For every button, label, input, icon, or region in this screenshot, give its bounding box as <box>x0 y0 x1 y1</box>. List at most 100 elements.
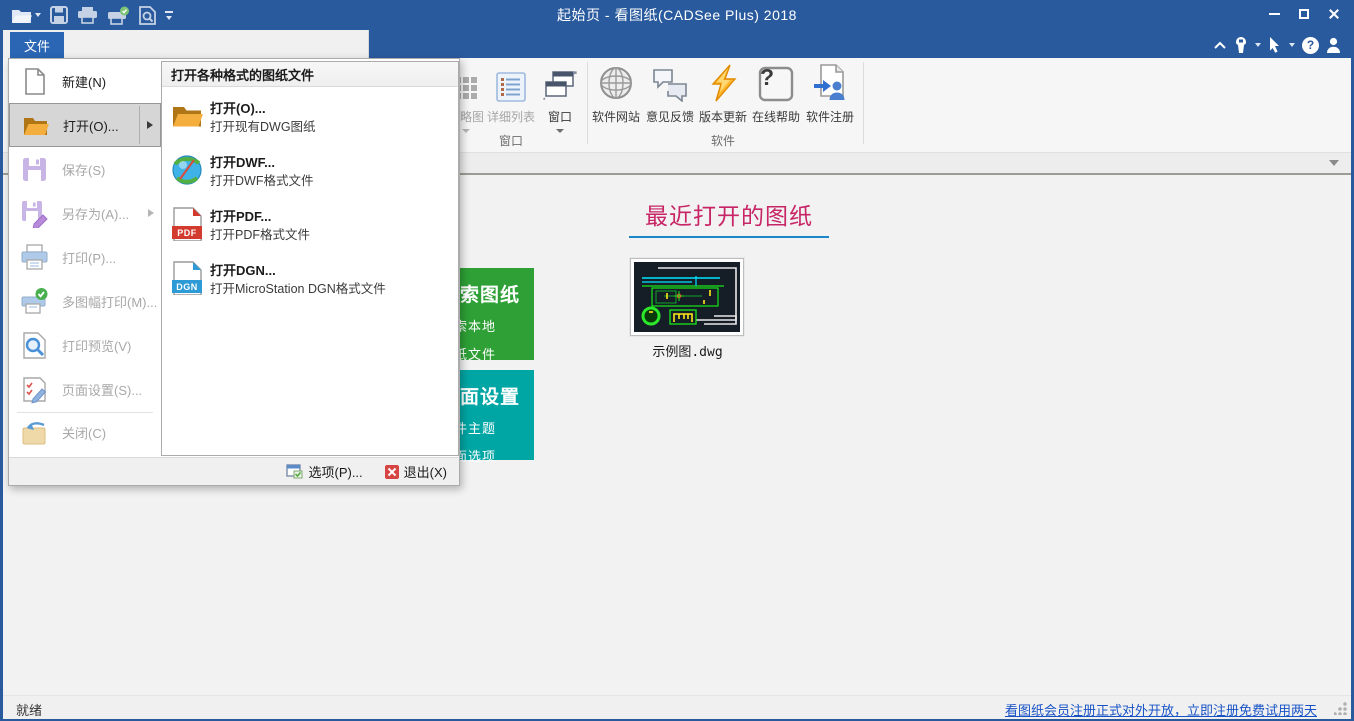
menu-item-save[interactable]: 保存(S) <box>9 147 161 191</box>
submenu-header: 打开各种格式的图纸文件 <box>162 62 458 87</box>
close-drawing-icon <box>20 418 49 447</box>
submenu-item-open-pdf[interactable]: PDF 打开PDF... 打开PDF格式文件 <box>166 200 454 250</box>
minimize-icon <box>1269 13 1280 15</box>
quick-access-toolbar <box>11 3 173 27</box>
save-icon <box>20 155 49 184</box>
ribbon-group-software: 软件 <box>693 132 753 149</box>
ribbon-group-window: 窗口 <box>473 132 549 149</box>
pdf-file-icon: PDF <box>170 207 204 241</box>
title-underline <box>629 236 829 238</box>
feedback-bubbles-icon <box>651 66 689 102</box>
maximize-icon <box>1299 9 1309 19</box>
bar-icon <box>165 11 173 13</box>
file-menu-footer: 选项(P)... 退出(X) <box>9 457 459 485</box>
cursor-mode-icon[interactable] <box>1268 36 1282 54</box>
group-separator <box>863 62 864 144</box>
recent-drawings-title: 最近打开的图纸 <box>579 197 879 231</box>
dgn-file-icon: DGN <box>170 261 204 295</box>
printer-icon <box>77 6 98 24</box>
print-preview-icon <box>20 331 49 360</box>
open-folder-icon <box>11 7 32 24</box>
menu-item-open[interactable]: 打开(O)... <box>9 103 161 147</box>
recent-file-card[interactable] <box>630 258 744 336</box>
user-account-icon[interactable] <box>1326 37 1341 54</box>
open-formats-submenu: 打开各种格式的图纸文件 打开(O)... 打开现有DWG图纸 打开DWF... <box>161 61 459 456</box>
printer-check-icon <box>107 6 130 25</box>
qat-customize-button[interactable] <box>165 11 173 20</box>
ribbon-button-help[interactable]: ? 在线帮助 <box>749 62 803 148</box>
options-button[interactable]: 选项(P)... <box>286 462 362 481</box>
save-as-icon <box>20 199 49 228</box>
ribbon-button-register[interactable]: 软件注册 <box>803 62 857 148</box>
qat-print-preview-button[interactable] <box>139 6 156 25</box>
submenu-separator <box>139 106 140 144</box>
cascade-windows-icon <box>543 70 577 102</box>
multi-print-icon <box>20 287 49 316</box>
exit-x-icon <box>385 465 399 479</box>
file-menu-left-column: 新建(N) 打开(O)... 保存(S) <box>9 59 161 457</box>
dgn-badge: DGN <box>172 280 202 293</box>
submenu-arrow-icon <box>147 121 153 129</box>
menu-item-page-setup[interactable]: 页面设置(S)... <box>9 367 161 411</box>
dwf-globe-icon <box>170 153 204 187</box>
chevron-down-icon[interactable] <box>1289 43 1295 47</box>
qat-open-button[interactable] <box>11 7 41 24</box>
qat-save-button[interactable] <box>50 6 68 24</box>
menu-item-save-as[interactable]: 另存为(A)... <box>9 191 161 235</box>
chevron-down-icon <box>35 13 41 17</box>
app-window: 起始页 - 看图纸(CADSee Plus) 2018 文件 ? <box>0 0 1354 721</box>
menu-item-multi-print[interactable]: 多图幅打印(M)... <box>9 279 161 323</box>
submenu-arrow-icon <box>148 209 154 217</box>
ribbon-button-website[interactable]: 软件网站 <box>589 62 643 148</box>
tab-file[interactable]: 文件 <box>10 32 64 58</box>
submenu-item-open-dgn[interactable]: DGN 打开DGN... 打开MicroStation DGN格式文件 <box>166 254 454 304</box>
recent-file-name[interactable]: 示例图.dwg <box>600 341 775 360</box>
group-separator <box>587 62 588 144</box>
lightning-update-icon <box>708 64 738 102</box>
globe-icon <box>597 64 635 102</box>
resize-grip-icon[interactable] <box>1334 702 1347 715</box>
register-promo-link[interactable]: 看图纸会员注册正式对外开放，立即注册免费试用两天 <box>1005 700 1317 719</box>
register-user-icon <box>812 64 848 102</box>
pdf-badge: PDF <box>172 226 202 239</box>
menu-item-close[interactable]: 关闭(C) <box>9 414 161 450</box>
menu-separator <box>17 412 153 413</box>
new-file-icon <box>20 67 49 96</box>
minimize-button[interactable] <box>1259 0 1289 28</box>
submenu-item-open-dwg[interactable]: 打开(O)... 打开现有DWG图纸 <box>166 92 454 142</box>
titlebar: 起始页 - 看图纸(CADSee Plus) 2018 <box>3 0 1351 30</box>
window-controls <box>1259 0 1349 30</box>
exit-button[interactable]: 退出(X) <box>385 462 447 481</box>
menu-item-new[interactable]: 新建(N) <box>9 59 161 103</box>
chevron-down-icon <box>166 16 172 20</box>
page-setup-icon <box>20 375 49 404</box>
dwg-thumbnail-preview <box>634 262 740 332</box>
options-window-icon <box>286 464 303 479</box>
ribbon-button-feedback[interactable]: 意见反馈 <box>643 62 697 148</box>
menu-item-print-preview[interactable]: 打印预览(V) <box>9 323 161 367</box>
window-title: 起始页 - 看图纸(CADSee Plus) 2018 <box>3 0 1351 30</box>
print-icon <box>20 243 49 272</box>
chevron-down-icon[interactable] <box>1255 43 1261 47</box>
collapse-ribbon-icon[interactable] <box>1213 40 1227 50</box>
qat-print-button[interactable] <box>77 6 98 24</box>
submenu-item-open-dwf[interactable]: 打开DWF... 打开DWF格式文件 <box>166 146 454 196</box>
print-preview-icon <box>139 6 156 25</box>
open-folder-icon <box>170 99 204 133</box>
question-mark-glyph: ? <box>749 64 785 91</box>
status-bar: 就绪 看图纸会员注册正式对外开放，立即注册免费试用两天 <box>3 695 1351 719</box>
detail-list-icon <box>496 72 526 102</box>
help-icon[interactable]: ? <box>1302 37 1319 54</box>
save-icon <box>50 6 68 24</box>
chevron-down-icon <box>462 129 470 133</box>
qat-multi-print-button[interactable] <box>107 6 130 25</box>
tab-list-dropdown-icon[interactable] <box>1329 160 1339 166</box>
close-button[interactable] <box>1319 0 1349 28</box>
maximize-button[interactable] <box>1289 0 1319 28</box>
menu-item-print[interactable]: 打印(P)... <box>9 235 161 279</box>
utility-icon-row: ? <box>1213 34 1341 56</box>
open-folder-icon <box>21 111 50 140</box>
tools-wrench-icon[interactable] <box>1234 36 1248 54</box>
status-text: 就绪 <box>16 700 42 719</box>
file-menu: 新建(N) 打开(O)... 保存(S) <box>8 58 460 486</box>
